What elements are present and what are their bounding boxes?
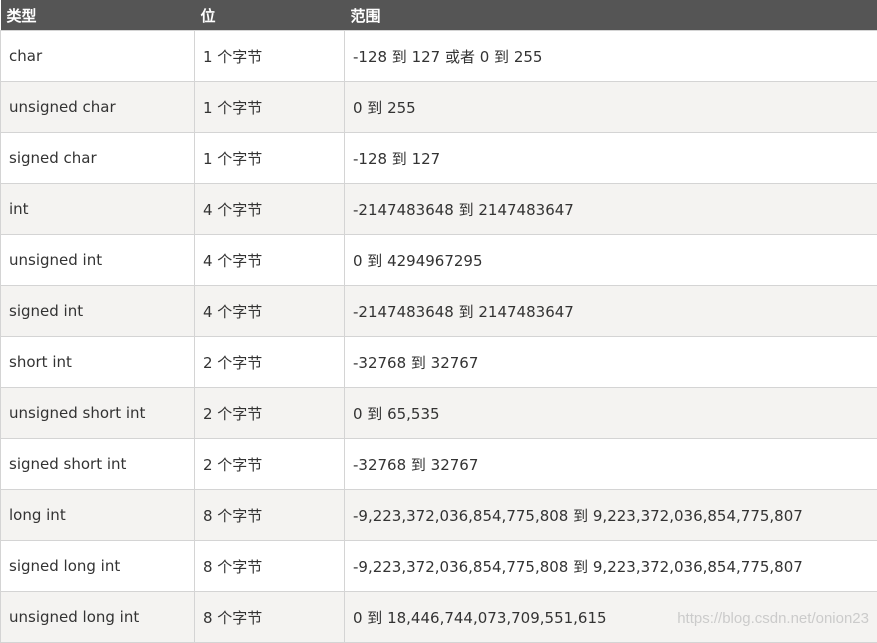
cell-size: 8 个字节 [195, 490, 345, 541]
table-row: signed char 1 个字节 -128 到 127 [1, 133, 877, 184]
cell-size: 2 个字节 [195, 388, 345, 439]
data-types-table: 类型 位 范围 char 1 个字节 -128 到 127 或者 0 到 255… [0, 0, 877, 643]
table-row: unsigned char 1 个字节 0 到 255 [1, 82, 877, 133]
table-row: signed int 4 个字节 -2147483648 到 214748364… [1, 286, 877, 337]
cell-size: 4 个字节 [195, 286, 345, 337]
cell-size: 2 个字节 [195, 337, 345, 388]
cell-range: -2147483648 到 2147483647 [345, 286, 877, 337]
cell-type: unsigned int [1, 235, 195, 286]
cell-range: -32768 到 32767 [345, 337, 877, 388]
cell-type: signed long int [1, 541, 195, 592]
cell-range: -9,223,372,036,854,775,808 到 9,223,372,0… [345, 490, 877, 541]
cell-size: 4 个字节 [195, 235, 345, 286]
cell-type: unsigned char [1, 82, 195, 133]
header-size: 位 [195, 0, 345, 31]
cell-size: 2 个字节 [195, 439, 345, 490]
header-row: 类型 位 范围 [1, 0, 877, 31]
cell-range: 0 到 65,535 [345, 388, 877, 439]
cell-type: unsigned long int [1, 592, 195, 643]
cell-range: 0 到 4294967295 [345, 235, 877, 286]
cell-range: -2147483648 到 2147483647 [345, 184, 877, 235]
table-row: char 1 个字节 -128 到 127 或者 0 到 255 [1, 31, 877, 82]
cell-size: 1 个字节 [195, 133, 345, 184]
cell-type: long int [1, 490, 195, 541]
watermark: https://blog.csdn.net/onion23 [677, 610, 869, 627]
cell-size: 1 个字节 [195, 31, 345, 82]
cell-range: -9,223,372,036,854,775,808 到 9,223,372,0… [345, 541, 877, 592]
table-body: char 1 个字节 -128 到 127 或者 0 到 255 unsigne… [1, 31, 877, 643]
cell-type: signed short int [1, 439, 195, 490]
cell-type: short int [1, 337, 195, 388]
header-type: 类型 [1, 0, 195, 31]
table-header: 类型 位 范围 [1, 0, 877, 31]
cell-type: signed char [1, 133, 195, 184]
cell-size: 1 个字节 [195, 82, 345, 133]
table-row: signed long int 8 个字节 -9,223,372,036,854… [1, 541, 877, 592]
table-row: long int 8 个字节 -9,223,372,036,854,775,80… [1, 490, 877, 541]
cell-type: unsigned short int [1, 388, 195, 439]
cell-range: -128 到 127 [345, 133, 877, 184]
table-row: signed short int 2 个字节 -32768 到 32767 [1, 439, 877, 490]
cell-type: signed int [1, 286, 195, 337]
table-row: short int 2 个字节 -32768 到 32767 [1, 337, 877, 388]
cell-range: -32768 到 32767 [345, 439, 877, 490]
table-row: unsigned short int 2 个字节 0 到 65,535 [1, 388, 877, 439]
cell-type: int [1, 184, 195, 235]
cell-range: -128 到 127 或者 0 到 255 [345, 31, 877, 82]
cell-size: 8 个字节 [195, 541, 345, 592]
cell-type: char [1, 31, 195, 82]
cell-size: 8 个字节 [195, 592, 345, 643]
table-row: unsigned int 4 个字节 0 到 4294967295 [1, 235, 877, 286]
header-range: 范围 [345, 0, 877, 31]
cell-range: 0 到 255 [345, 82, 877, 133]
table-row: int 4 个字节 -2147483648 到 2147483647 [1, 184, 877, 235]
cell-size: 4 个字节 [195, 184, 345, 235]
